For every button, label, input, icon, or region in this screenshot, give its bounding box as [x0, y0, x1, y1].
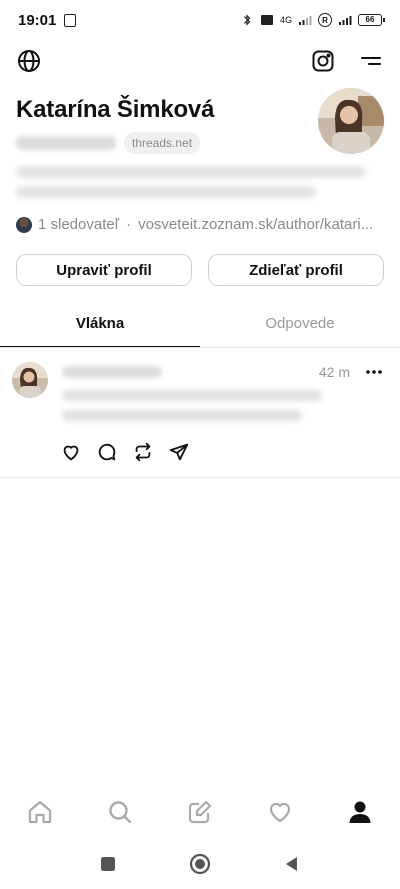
home-button-icon[interactable]: [189, 853, 211, 875]
signal-icon-2: [339, 16, 352, 25]
post-time: 42 m: [318, 364, 350, 380]
post-actions: [60, 441, 190, 463]
tab-threads[interactable]: Vlákna: [0, 306, 200, 347]
system-navigation: [0, 848, 400, 880]
profile-avatar[interactable]: [318, 88, 384, 154]
more-options-icon[interactable]: [362, 360, 386, 384]
menu-icon[interactable]: [358, 48, 384, 74]
share-profile-button[interactable]: Zdieľať profil: [208, 254, 384, 286]
signal-icon: [299, 16, 312, 25]
follower-avatar: [16, 216, 32, 233]
battery-indicator: 66: [358, 14, 385, 26]
followers-count[interactable]: 1 sledovateľ: [38, 216, 119, 233]
heart-icon[interactable]: [60, 441, 82, 463]
profile-tabs: Vlákna Odpovede: [0, 306, 400, 348]
status-icons: 4G R 66: [240, 13, 385, 27]
back-icon[interactable]: [283, 855, 301, 873]
search-icon[interactable]: [106, 798, 134, 826]
comment-icon[interactable]: [96, 441, 118, 463]
repost-icon[interactable]: [132, 441, 154, 463]
nfc-icon: [64, 13, 77, 27]
profile-icon[interactable]: [346, 798, 374, 826]
tab-replies[interactable]: Odpovede: [200, 306, 400, 347]
roaming-indicator: R: [318, 13, 332, 27]
send-icon[interactable]: [168, 441, 190, 463]
profile-name: Katarína Šimková: [16, 96, 215, 123]
post-author-blurred: [62, 366, 162, 378]
edit-profile-button[interactable]: Upraviť profil: [16, 254, 192, 286]
home-icon[interactable]: [26, 798, 54, 826]
status-bar: 19:01 4G R 66: [0, 0, 400, 40]
globe-icon[interactable]: [16, 48, 42, 74]
profile-actions: Upraviť profil Zdieľať profil: [16, 254, 384, 286]
top-bar: [0, 44, 400, 78]
compose-icon[interactable]: [186, 798, 214, 826]
activity-heart-icon[interactable]: [266, 798, 294, 826]
profile-link[interactable]: vosveteit.zoznam.sk/author/katari...: [138, 216, 373, 233]
post-body-blurred: [62, 390, 332, 430]
bottom-nav: [0, 792, 400, 832]
domain-badge[interactable]: threads.net: [124, 132, 201, 154]
followers-row: 1 sledovateľ · vosveteit.zoznam.sk/autho…: [16, 216, 384, 233]
network-type: 4G: [279, 15, 292, 25]
username-blurred: [16, 136, 116, 150]
hd-icon: [260, 15, 273, 25]
post-author-avatar[interactable]: [12, 362, 48, 398]
thread-post[interactable]: 42 m: [0, 348, 400, 478]
bio-blurred: [16, 166, 376, 206]
bluetooth-icon: [243, 14, 251, 26]
handle-row: threads.net: [16, 132, 201, 154]
separator: ·: [126, 216, 132, 233]
instagram-icon[interactable]: [310, 48, 336, 74]
status-time: 19:01: [18, 11, 57, 29]
recent-apps-icon[interactable]: [99, 855, 117, 873]
